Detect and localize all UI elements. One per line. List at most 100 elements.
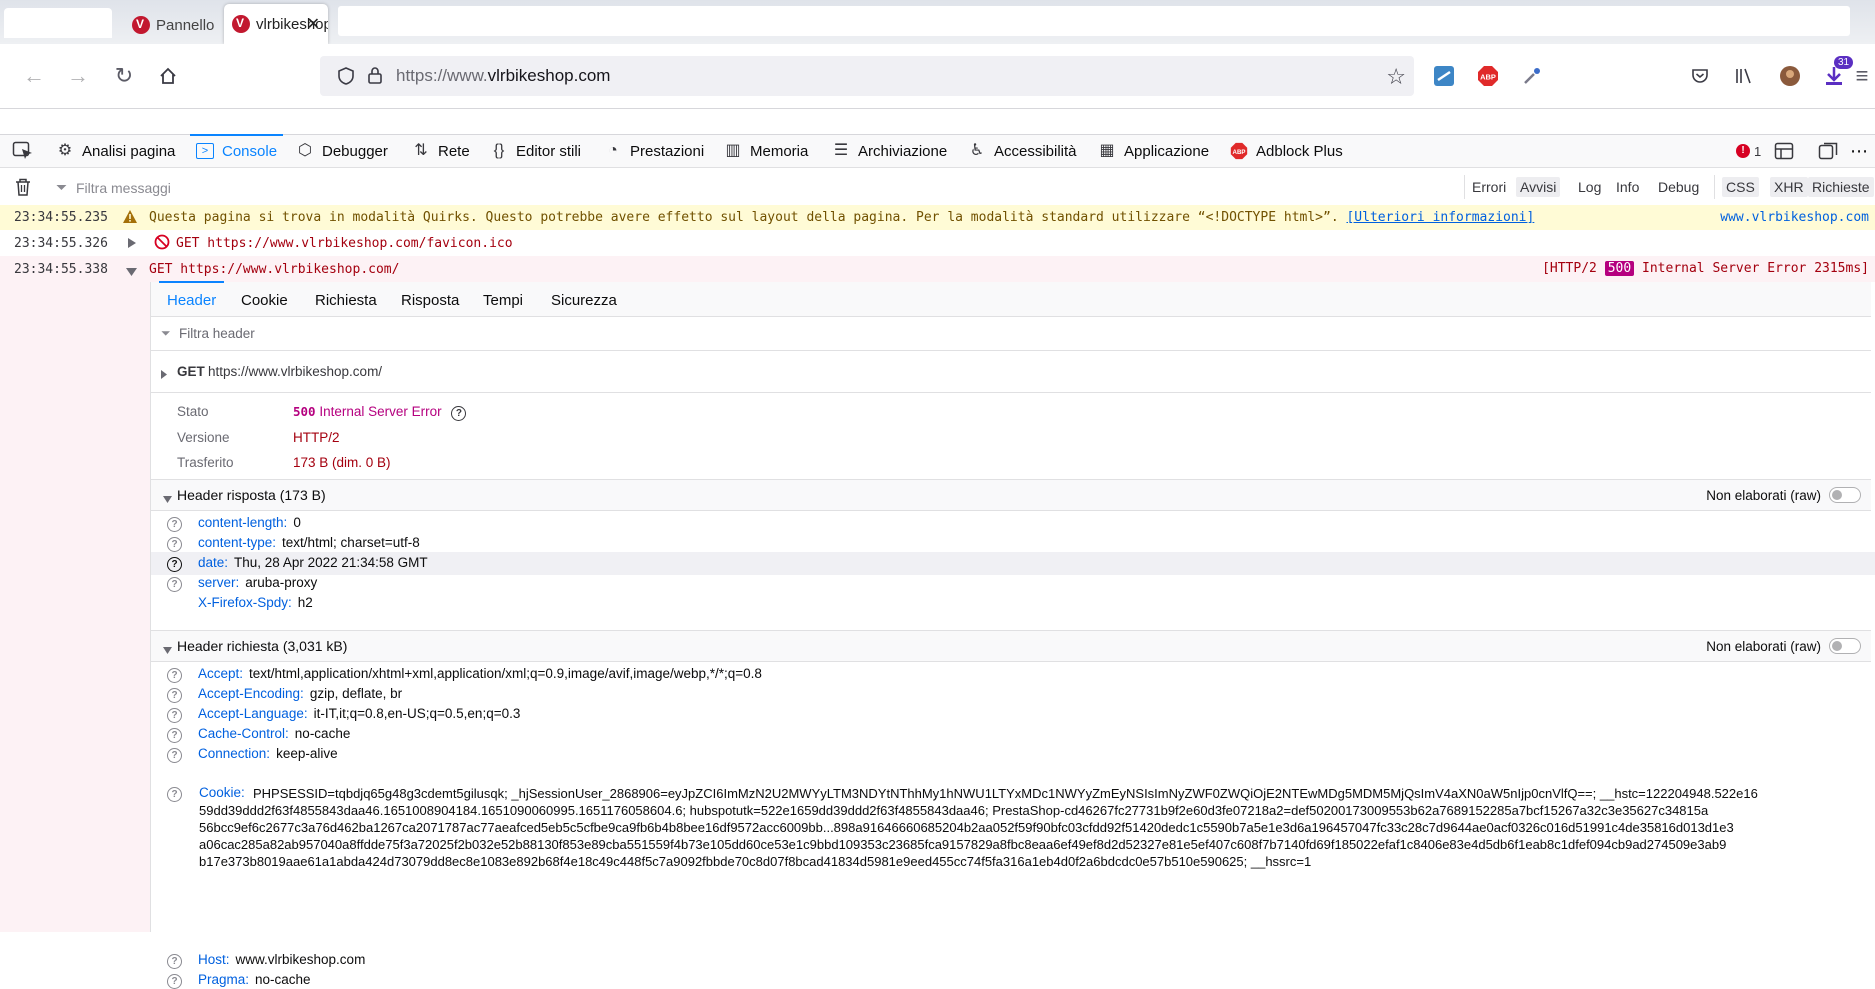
header-row[interactable]: ? Pragma: no-cache — [167, 972, 311, 989]
header-help-icon[interactable]: ? — [167, 728, 182, 743]
header-row[interactable]: ? Accept: text/html,application/xhtml+xml,… — [167, 666, 762, 683]
error-counter[interactable]: ! 1 — [1736, 135, 1761, 167]
header-help-icon[interactable]: ? — [167, 688, 182, 703]
menu-icon[interactable]: ≡ — [1848, 62, 1875, 90]
message-source-link[interactable]: www.vlrbikeshop.com — [1720, 210, 1869, 225]
header-row[interactable]: ? Connection: keep-alive — [167, 746, 338, 763]
tab-debugger[interactable]: ⬡ Debugger — [296, 135, 388, 167]
level-debug[interactable]: Debug — [1654, 177, 1703, 197]
url-bar[interactable]: https://www.vlrbikeshop.com ☆ — [320, 56, 1414, 96]
header-help-icon[interactable]: ? — [167, 974, 182, 989]
header-row[interactable]: ? date: Thu, 28 Apr 2022 21:34:58 GMT — [151, 552, 1875, 575]
tab-archiviazione[interactable]: ☰ Archiviazione — [832, 135, 947, 167]
header-help-icon[interactable]: ? — [167, 954, 182, 969]
browser-tab-vlrbikeshop[interactable]: vlrbikeshop ✕ — [224, 4, 328, 44]
storage-icon: ☰ — [833, 142, 849, 159]
tab-risposta[interactable]: Risposta — [401, 292, 459, 309]
tab-cookie[interactable]: Cookie — [241, 292, 288, 309]
adblock-plus-icon[interactable]: ABP — [1474, 62, 1502, 90]
reload-icon[interactable]: ↻ — [110, 62, 138, 90]
request-summary-row[interactable]: GET https://www.vlrbikeshop.com/ — [151, 350, 1871, 393]
header-help-icon[interactable]: ? — [167, 668, 182, 683]
type-css[interactable]: CSS — [1722, 177, 1759, 197]
pocket-icon[interactable] — [1686, 62, 1714, 90]
header-row[interactable]: ? Accept-Encoding: gzip, deflate, br — [167, 686, 402, 703]
header-help-icon[interactable]: ? — [167, 785, 182, 802]
expand-triangle-icon[interactable] — [161, 367, 167, 382]
tab-tempi[interactable]: Tempi — [483, 292, 523, 309]
shield-icon[interactable] — [336, 66, 356, 89]
trash-icon[interactable] — [14, 177, 32, 200]
tab-prestazioni[interactable]: ◔ Prestazioni — [604, 135, 704, 167]
tab-strip-empty-area[interactable] — [338, 6, 1850, 36]
home-icon[interactable] — [154, 62, 182, 90]
collapse-triangle-icon[interactable] — [163, 491, 172, 506]
level-errori[interactable]: Errori — [1468, 177, 1510, 197]
tab-editor-stili[interactable]: {} Editor stili — [490, 135, 581, 167]
close-tab-icon[interactable]: ✕ — [307, 14, 320, 34]
header-row[interactable]: ? Host: www.vlrbikeshop.com — [167, 952, 365, 969]
console-network-row[interactable]: 23:34:55.338 GET https://www.vlrbikeshop… — [0, 256, 1875, 282]
header-help-icon[interactable]: ? — [167, 517, 182, 532]
raw-toggle[interactable]: Non elaborati (raw) — [1706, 487, 1861, 503]
type-xhr[interactable]: XHR — [1770, 177, 1808, 197]
help-question-icon[interactable]: ? — [451, 406, 467, 421]
browser-tab-blank[interactable] — [4, 8, 112, 38]
header-help-icon[interactable]: ? — [167, 748, 182, 763]
header-help-icon[interactable]: ? — [167, 708, 182, 723]
tab-sicurezza[interactable]: Sicurezza — [551, 292, 617, 309]
console-warning-row[interactable]: 23:34:55.235 Questa pagina si trova in m… — [0, 205, 1875, 231]
collapse-triangle-icon[interactable] — [163, 642, 172, 657]
more-options-icon[interactable]: ⋯ — [1850, 135, 1868, 167]
header-row[interactable]: ? content-type: text/html; charset=utf-8 — [167, 535, 420, 552]
console-filter-bar: ⏷ Filtra messaggi Errori Avvisi Log Info… — [0, 169, 1875, 206]
raw-toggle[interactable]: Non elaborati (raw) — [1706, 638, 1861, 654]
tab-applicazione[interactable]: ▦ Applicazione — [1098, 135, 1209, 167]
tab-header[interactable]: Header — [158, 281, 225, 309]
lock-icon[interactable] — [366, 65, 384, 88]
level-info[interactable]: Info — [1612, 177, 1643, 197]
console-blocked-row[interactable]: 23:34:55.326 GET https://www.vlrbikeshop… — [0, 230, 1875, 257]
toggle-switch[interactable] — [1829, 487, 1861, 503]
tab-adblock-plus[interactable]: ABP Adblock Plus — [1230, 135, 1343, 167]
header-row[interactable]: ?X-Firefox-Spdy:h2 — [167, 595, 313, 612]
tab-memoria[interactable]: ▥ Memoria — [724, 135, 808, 167]
back-arrow-icon[interactable]: ← — [20, 62, 48, 90]
tab-console[interactable]: > Console — [189, 134, 284, 167]
split-console-icon[interactable] — [1774, 135, 1794, 167]
eyedropper-icon[interactable] — [1518, 62, 1546, 90]
bookmark-star-icon[interactable]: ☆ — [1386, 64, 1406, 90]
account-avatar-icon[interactable] — [1776, 62, 1804, 90]
more-info-link[interactable]: [Ulteriori informazioni] — [1346, 210, 1534, 225]
message-timestamp: 23:34:55.235 — [14, 210, 108, 225]
tab-richiesta[interactable]: Richiesta — [315, 292, 377, 309]
expand-triangle-icon[interactable] — [128, 237, 136, 252]
collapse-triangle-icon[interactable] — [126, 265, 137, 280]
extension-screen-icon[interactable] — [1430, 62, 1458, 90]
level-log[interactable]: Log — [1574, 177, 1605, 197]
header-help-icon[interactable]: ? — [167, 537, 182, 552]
toggle-switch[interactable] — [1829, 638, 1861, 654]
response-headers-section-header[interactable]: Header risposta (173 B) Non elaborati (r… — [151, 479, 1871, 511]
header-help-icon[interactable]: ? — [167, 577, 182, 592]
type-richieste[interactable]: Richieste — [1808, 177, 1874, 197]
header-row[interactable]: ? server: aruba-proxy — [167, 575, 317, 592]
tab-accessibilita[interactable]: ♿ Accessibilità — [968, 135, 1077, 167]
request-headers-section-header[interactable]: Header richiesta (3,031 kB) Non elaborat… — [151, 630, 1871, 662]
header-help-icon[interactable]: ? — [167, 557, 182, 572]
header-key: Connection: — [198, 746, 271, 761]
filter-header-input[interactable]: Filtra header — [179, 326, 255, 341]
level-avvisi[interactable]: Avvisi — [1516, 177, 1561, 197]
browser-tab-pannello[interactable]: Pannello — [124, 8, 224, 42]
dock-window-icon[interactable] — [1818, 135, 1838, 167]
header-row[interactable]: ? Accept-Language: it-IT,it;q=0.8,en-US;q=… — [167, 706, 520, 723]
tab-rete[interactable]: ⇅ Rete — [412, 135, 469, 167]
element-picker-icon[interactable] — [12, 135, 34, 167]
tab-analisi-pagina[interactable]: ⚙ Analisi pagina — [56, 135, 176, 167]
filter-messages-input[interactable]: Filtra messaggi — [76, 180, 171, 196]
header-row[interactable]: ? content-length: 0 — [167, 515, 301, 532]
header-row[interactable]: ? Cache-Control: no-cache — [167, 726, 350, 743]
library-icon[interactable] — [1730, 62, 1758, 90]
forward-arrow-icon[interactable]: → — [64, 62, 92, 90]
download-arrow-icon[interactable]: 31 — [1820, 56, 1854, 90]
